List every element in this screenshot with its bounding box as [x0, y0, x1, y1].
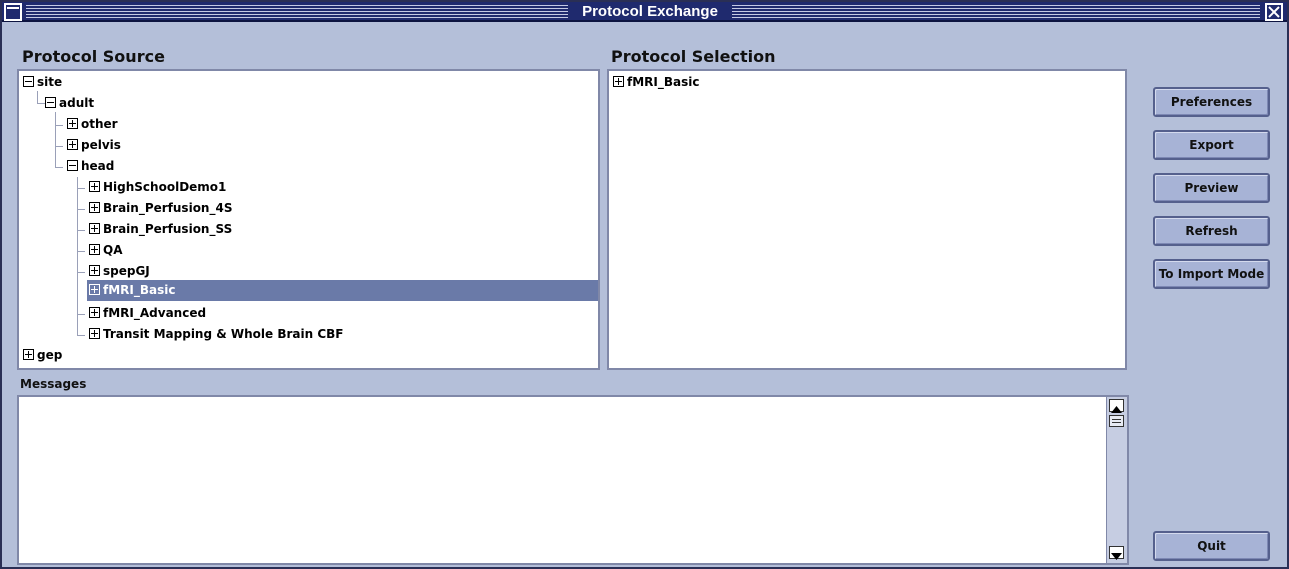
window-title: Protocol Exchange — [582, 3, 718, 20]
tree-node-adult[interactable]: adult — [45, 93, 94, 114]
tree-node-gep[interactable]: gep — [23, 345, 62, 366]
tree-node-label: Brain_Perfusion_4S — [103, 201, 233, 215]
protocol-source-tree[interactable]: site adult other pelvis head HighSchoolD… — [17, 69, 600, 370]
expand-icon[interactable] — [89, 265, 100, 276]
collapse-icon[interactable] — [45, 97, 56, 108]
quit-button[interactable]: Quit — [1153, 531, 1270, 561]
tree-node-label: pelvis — [81, 138, 121, 152]
tree-node-label: head — [81, 159, 115, 173]
export-button[interactable]: Export — [1153, 130, 1270, 160]
selection-node-fmri-basic[interactable]: fMRI_Basic — [613, 72, 699, 93]
expand-icon[interactable] — [23, 349, 34, 360]
tree-node-qa[interactable]: QA — [89, 240, 123, 261]
tree-node-pelvis[interactable]: pelvis — [67, 135, 121, 156]
expand-icon[interactable] — [89, 284, 100, 295]
expand-icon[interactable] — [89, 202, 100, 213]
expand-icon[interactable] — [67, 139, 78, 150]
title-bar[interactable]: Protocol Exchange — [2, 2, 1287, 22]
tree-node-label: other — [81, 117, 118, 131]
collapse-icon[interactable] — [23, 76, 34, 87]
collapse-icon[interactable] — [67, 160, 78, 171]
tree-node-brain-perfusion-ss[interactable]: Brain_Perfusion_SS — [89, 219, 232, 240]
tree-node-label: Transit Mapping & Whole Brain CBF — [103, 327, 344, 341]
messages-text — [19, 397, 1127, 405]
expand-icon[interactable] — [613, 76, 624, 87]
tree-node-label: adult — [59, 96, 95, 110]
window-menu-icon[interactable] — [4, 3, 22, 21]
expand-icon[interactable] — [89, 244, 100, 255]
expand-icon[interactable] — [89, 223, 100, 234]
scroll-down-icon[interactable] — [1109, 546, 1124, 560]
tree-node-site[interactable]: site — [23, 72, 62, 93]
tree-node-fmri-basic[interactable]: fMRI_Basic — [87, 280, 598, 301]
tree-node-label: fMRI_Basic — [627, 75, 700, 89]
messages-area[interactable] — [17, 395, 1129, 565]
protocol-exchange-window: Protocol Exchange Protocol Source site a… — [0, 0, 1289, 569]
tree-node-label: fMRI_Basic — [103, 283, 176, 297]
close-icon[interactable] — [1265, 3, 1283, 21]
tree-node-fmri-advanced[interactable]: fMRI_Advanced — [89, 303, 206, 324]
expand-icon[interactable] — [89, 181, 100, 192]
scroll-thumb[interactable] — [1109, 415, 1124, 427]
messages-label: Messages — [20, 377, 87, 391]
tree-node-highschooldemo1[interactable]: HighSchoolDemo1 — [89, 177, 226, 198]
expand-icon[interactable] — [89, 328, 100, 339]
expand-icon[interactable] — [89, 307, 100, 318]
protocol-selection-header: Protocol Selection — [611, 47, 776, 66]
tree-node-transit-mapping[interactable]: Transit Mapping & Whole Brain CBF — [89, 324, 343, 345]
tree-node-label: site — [37, 75, 63, 89]
protocol-source-header: Protocol Source — [22, 47, 165, 66]
to-import-mode-button[interactable]: To Import Mode — [1153, 259, 1270, 289]
scroll-up-icon[interactable] — [1109, 399, 1124, 413]
messages-scrollbar[interactable] — [1106, 397, 1127, 563]
protocol-selection-tree[interactable]: fMRI_Basic — [607, 69, 1127, 370]
preferences-button[interactable]: Preferences — [1153, 87, 1270, 117]
tree-node-label: gep — [37, 348, 63, 362]
tree-node-label: spepGJ — [103, 264, 150, 278]
tree-node-label: Brain_Perfusion_SS — [103, 222, 233, 236]
title-bar-stripes-left — [26, 5, 568, 18]
expand-icon[interactable] — [67, 118, 78, 129]
tree-node-label: QA — [103, 243, 123, 257]
tree-node-head[interactable]: head — [67, 156, 114, 177]
tree-node-other[interactable]: other — [67, 114, 118, 135]
title-bar-stripes-right — [732, 5, 1260, 18]
tree-node-label: HighSchoolDemo1 — [103, 180, 227, 194]
tree-node-label: fMRI_Advanced — [103, 306, 207, 320]
refresh-button[interactable]: Refresh — [1153, 216, 1270, 246]
tree-node-spepgj[interactable]: spepGJ — [89, 261, 150, 282]
tree-node-brain-perfusion-4s[interactable]: Brain_Perfusion_4S — [89, 198, 232, 219]
preview-button[interactable]: Preview — [1153, 173, 1270, 203]
